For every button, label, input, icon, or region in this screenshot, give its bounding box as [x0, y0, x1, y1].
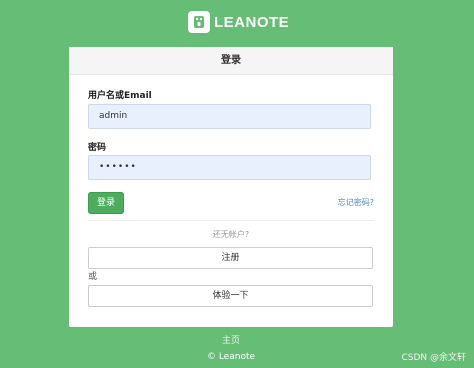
- or-separator: 或: [88, 272, 98, 282]
- logo-text: LEANOTE: [214, 13, 290, 31]
- register-button[interactable]: 注册: [88, 247, 373, 269]
- login-button[interactable]: 登录: [88, 192, 124, 214]
- divider: [88, 220, 374, 221]
- leanote-logo[interactable]: LEANOTE: [188, 11, 289, 33]
- home-link[interactable]: 主页: [0, 333, 462, 346]
- forgot-password-link[interactable]: 忘记密码?: [338, 197, 374, 208]
- username-input[interactable]: admin: [88, 104, 371, 129]
- no-account-text: 还无帐户?: [212, 230, 250, 239]
- login-card: 登录 用户名或Email admin 密码 •••••• 登录 忘记密码? 还无…: [69, 47, 393, 327]
- username-label: 用户名或Email: [88, 91, 152, 101]
- watermark: CSDN @余文轩: [401, 353, 466, 363]
- password-label: 密码: [88, 143, 107, 153]
- trial-button[interactable]: 体验一下: [88, 285, 373, 307]
- leanote-logo-icon: [188, 11, 210, 33]
- copyright-text: © Leanote: [206, 352, 256, 362]
- password-input[interactable]: ••••••: [88, 155, 371, 180]
- login-card-title: 登录: [69, 47, 393, 75]
